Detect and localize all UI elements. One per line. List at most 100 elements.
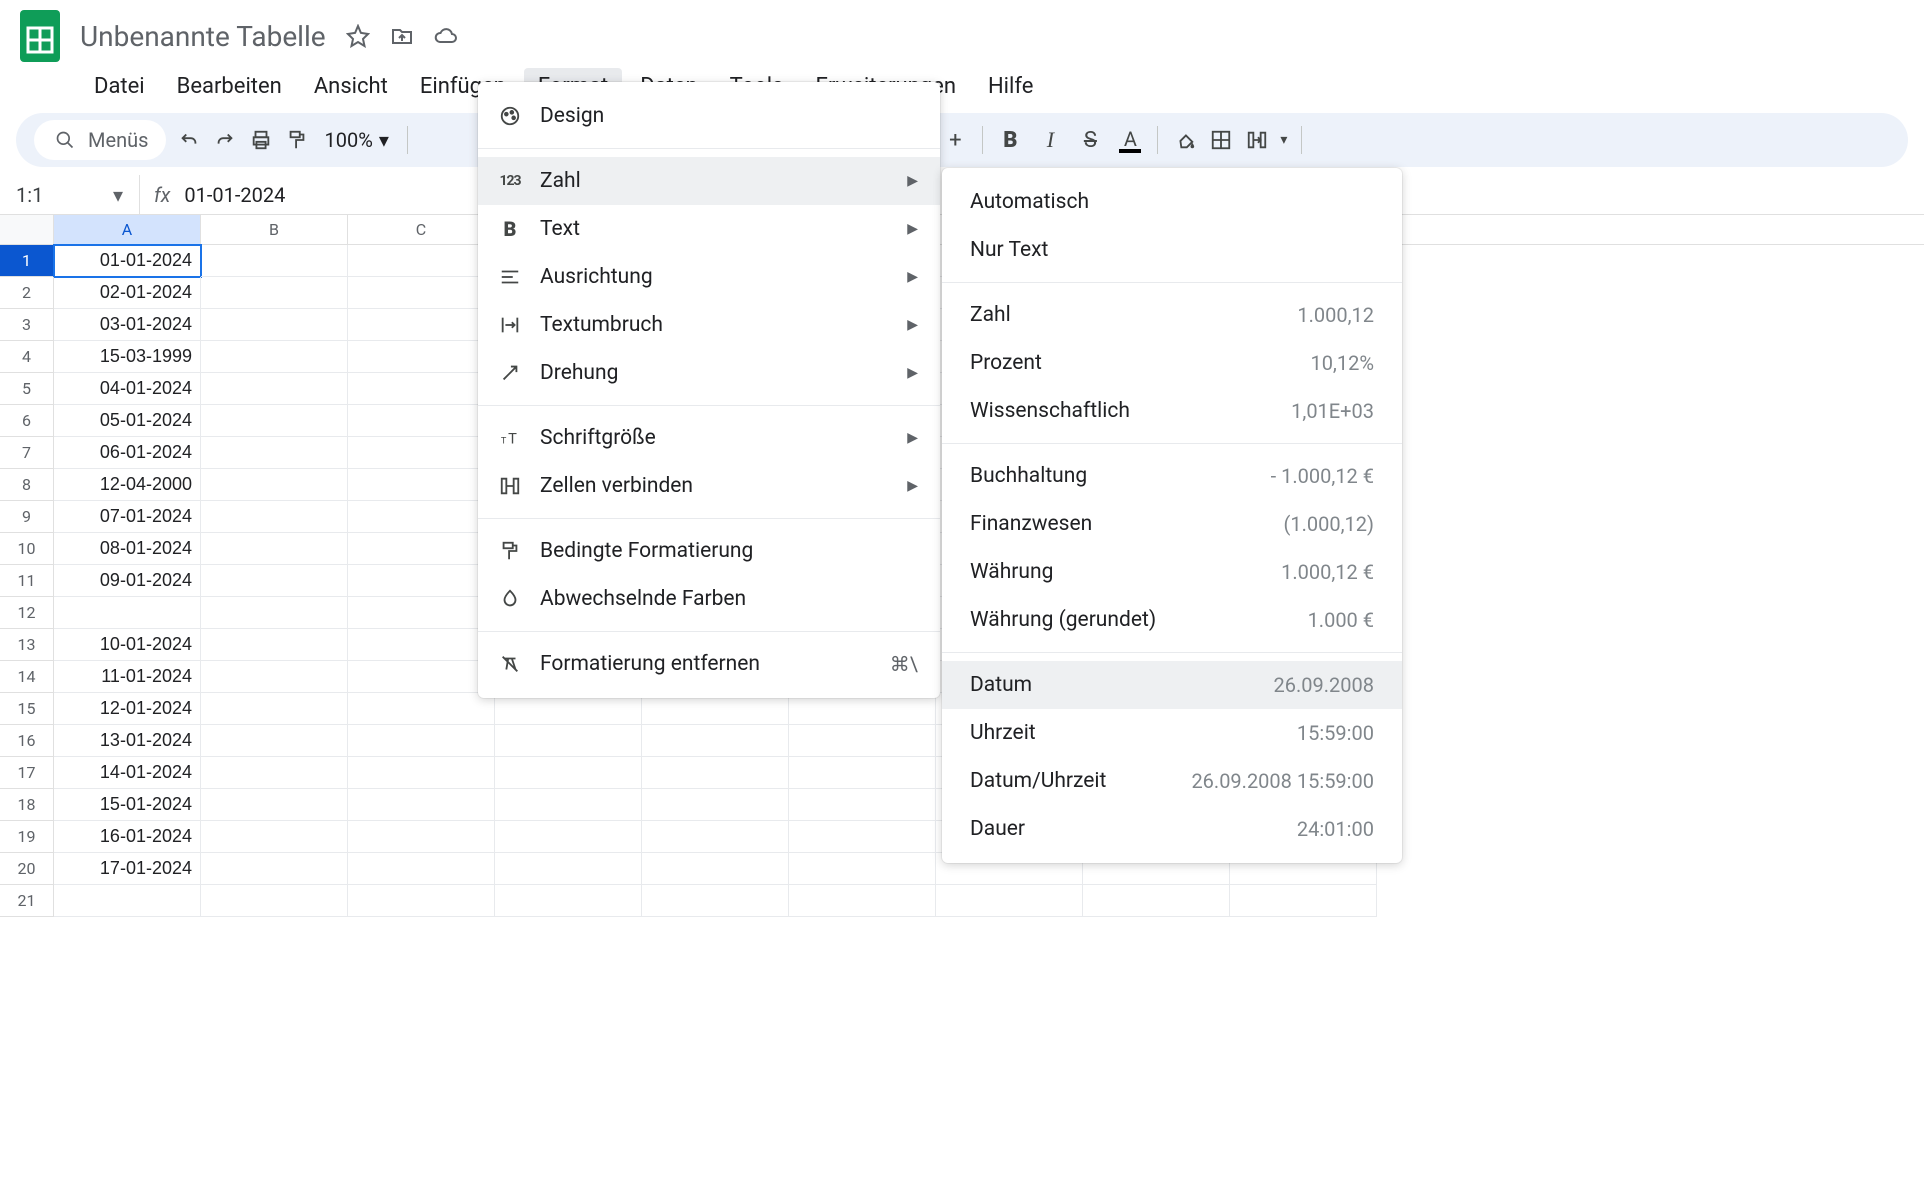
submenu-item-plain-text[interactable]: Nur Text: [942, 226, 1402, 274]
cell[interactable]: [201, 757, 348, 789]
cell[interactable]: [201, 661, 348, 693]
cell[interactable]: 08-01-2024: [54, 533, 201, 565]
cell[interactable]: [201, 533, 348, 565]
cell[interactable]: 13-01-2024: [54, 725, 201, 757]
menu-item-clear-formatting[interactable]: Formatierung entfernen ⌘\: [478, 640, 940, 688]
cell[interactable]: [201, 597, 348, 629]
row-header[interactable]: 10: [0, 533, 54, 565]
cell[interactable]: [642, 853, 789, 885]
bold-icon[interactable]: B: [997, 127, 1023, 153]
cell[interactable]: [201, 309, 348, 341]
cell[interactable]: [201, 501, 348, 533]
cell[interactable]: [201, 885, 348, 917]
cell[interactable]: [201, 341, 348, 373]
menu-item-alignment[interactable]: Ausrichtung ▶: [478, 253, 940, 301]
cloud-icon[interactable]: [434, 24, 458, 48]
cell[interactable]: [201, 405, 348, 437]
cell[interactable]: [495, 821, 642, 853]
cell[interactable]: [789, 757, 936, 789]
strikethrough-icon[interactable]: S: [1077, 127, 1103, 153]
cell[interactable]: 11-01-2024: [54, 661, 201, 693]
cell[interactable]: [348, 373, 495, 405]
cell[interactable]: [495, 789, 642, 821]
cell[interactable]: [201, 821, 348, 853]
cell[interactable]: 02-01-2024: [54, 277, 201, 309]
cell[interactable]: [348, 853, 495, 885]
submenu-item-duration[interactable]: Dauer 24:01:00: [942, 805, 1402, 853]
cell[interactable]: 15-03-1999: [54, 341, 201, 373]
row-header[interactable]: 3: [0, 309, 54, 341]
row-header[interactable]: 20: [0, 853, 54, 885]
cell[interactable]: [789, 725, 936, 757]
cell[interactable]: [348, 661, 495, 693]
menu-item-merge[interactable]: Zellen verbinden ▶: [478, 462, 940, 510]
submenu-item-currency[interactable]: Währung 1.000,12 €: [942, 548, 1402, 596]
cell[interactable]: [495, 725, 642, 757]
submenu-item-financial[interactable]: Finanzwesen (1.000,12): [942, 500, 1402, 548]
cell[interactable]: [348, 629, 495, 661]
cell[interactable]: [201, 277, 348, 309]
formula-input[interactable]: 01-01-2024: [184, 183, 285, 207]
font-size-increase-icon[interactable]: +: [942, 127, 968, 153]
cell[interactable]: [201, 629, 348, 661]
sheets-logo-icon[interactable]: [16, 8, 64, 64]
cell[interactable]: 09-01-2024: [54, 565, 201, 597]
cell[interactable]: [495, 885, 642, 917]
cell[interactable]: 16-01-2024: [54, 821, 201, 853]
cell[interactable]: [201, 693, 348, 725]
cell[interactable]: [642, 757, 789, 789]
menu-item-rotation[interactable]: Drehung ▶: [478, 349, 940, 397]
column-header[interactable]: C: [348, 215, 495, 244]
row-header[interactable]: 19: [0, 821, 54, 853]
menu-edit[interactable]: Bearbeiten: [163, 68, 296, 105]
cell[interactable]: 12-04-2000: [54, 469, 201, 501]
cell[interactable]: 07-01-2024: [54, 501, 201, 533]
cell[interactable]: [1083, 885, 1230, 917]
column-header[interactable]: B: [201, 215, 348, 244]
cell[interactable]: [642, 821, 789, 853]
cell[interactable]: 15-01-2024: [54, 789, 201, 821]
row-header[interactable]: 8: [0, 469, 54, 501]
cell[interactable]: [201, 373, 348, 405]
cell[interactable]: 01-01-2024: [54, 245, 201, 277]
row-header[interactable]: 17: [0, 757, 54, 789]
cell[interactable]: [54, 885, 201, 917]
menu-file[interactable]: Datei: [80, 68, 159, 105]
row-header[interactable]: 18: [0, 789, 54, 821]
submenu-item-datetime[interactable]: Datum/Uhrzeit 26.09.2008 15:59:00: [942, 757, 1402, 805]
submenu-item-number[interactable]: Zahl 1.000,12: [942, 291, 1402, 339]
menu-view[interactable]: Ansicht: [300, 68, 402, 105]
cell[interactable]: [201, 565, 348, 597]
submenu-item-currency-rounded[interactable]: Währung (gerundet) 1.000 €: [942, 596, 1402, 644]
cell[interactable]: [201, 437, 348, 469]
row-header[interactable]: 15: [0, 693, 54, 725]
row-header[interactable]: 1: [0, 245, 54, 277]
row-header[interactable]: 9: [0, 501, 54, 533]
cell[interactable]: [348, 789, 495, 821]
menu-item-wrapping[interactable]: Textumbruch ▶: [478, 301, 940, 349]
cell[interactable]: [348, 757, 495, 789]
menu-item-alternating[interactable]: Abwechselnde Farben: [478, 575, 940, 623]
submenu-item-time[interactable]: Uhrzeit 15:59:00: [942, 709, 1402, 757]
row-header[interactable]: 11: [0, 565, 54, 597]
cell[interactable]: 12-01-2024: [54, 693, 201, 725]
cell[interactable]: [495, 853, 642, 885]
row-header[interactable]: 12: [0, 597, 54, 629]
cell[interactable]: [348, 565, 495, 597]
move-icon[interactable]: [390, 24, 414, 48]
fill-color-icon[interactable]: [1172, 127, 1198, 153]
menu-help[interactable]: Hilfe: [974, 68, 1047, 105]
cell[interactable]: [789, 885, 936, 917]
row-header[interactable]: 16: [0, 725, 54, 757]
menu-item-design[interactable]: Design: [478, 92, 940, 140]
chevron-down-icon[interactable]: ▾: [1280, 132, 1287, 148]
menu-search[interactable]: Menüs: [34, 120, 166, 160]
menu-item-number[interactable]: 123 Zahl ▶: [478, 157, 940, 205]
cell[interactable]: [642, 725, 789, 757]
cell[interactable]: [789, 821, 936, 853]
cell[interactable]: [201, 469, 348, 501]
cell[interactable]: [348, 885, 495, 917]
cell[interactable]: 17-01-2024: [54, 853, 201, 885]
row-header[interactable]: 6: [0, 405, 54, 437]
cell[interactable]: [642, 789, 789, 821]
